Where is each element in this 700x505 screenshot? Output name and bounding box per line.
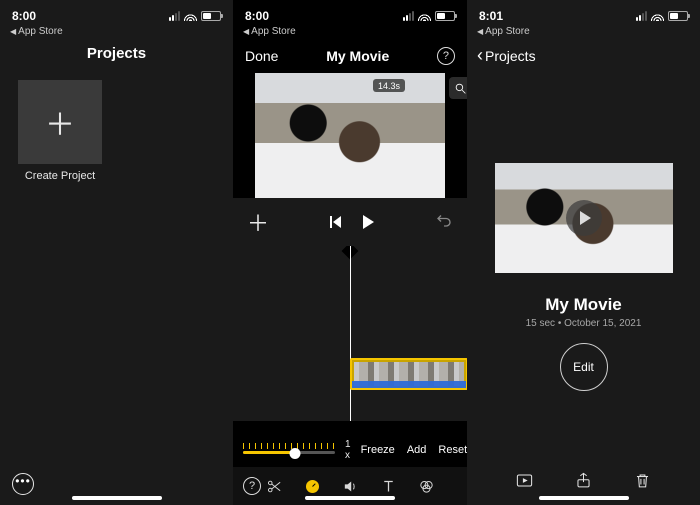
wifi-icon [418, 11, 431, 21]
play-rect-icon [515, 471, 534, 490]
more-button[interactable]: ••• [12, 473, 34, 495]
home-indicator[interactable] [72, 496, 162, 500]
page-title: Projects [0, 39, 233, 74]
clock: 8:01 [479, 9, 503, 23]
wifi-icon [184, 11, 197, 21]
titles-tool[interactable] [378, 476, 398, 496]
editor-screen: 8:00 ◀ App Store Done My Movie ? 14.3s ＋ [233, 0, 467, 505]
add-media-button[interactable]: ＋ [247, 206, 269, 238]
volume-tool[interactable] [340, 476, 360, 496]
share-button[interactable] [574, 471, 593, 495]
transport-bar: ＋ [233, 198, 467, 246]
undo-button[interactable] [435, 211, 453, 234]
play-icon [580, 211, 591, 225]
toolbar-help-button[interactable]: ? [243, 477, 261, 495]
speaker-icon [342, 478, 359, 495]
back-label: Projects [485, 48, 536, 64]
speed-tool[interactable] [302, 476, 322, 496]
timeline-clip[interactable] [350, 358, 467, 390]
preview-thumbnail [255, 73, 445, 198]
clock: 8:00 [245, 9, 269, 23]
delete-button[interactable] [633, 471, 652, 495]
breadcrumb-label: App Store [485, 26, 529, 37]
create-project-tile[interactable]: ＋ [18, 80, 102, 164]
speedometer-icon [304, 478, 321, 495]
status-bar: 8:01 [467, 0, 700, 26]
clip-audio-waveform [352, 381, 466, 388]
done-button[interactable]: Done [245, 48, 278, 64]
breadcrumb[interactable]: ◀ App Store [467, 26, 700, 39]
back-caret-icon: ◀ [10, 27, 16, 36]
breadcrumb[interactable]: ◀ App Store [0, 26, 233, 39]
battery-icon [201, 11, 221, 21]
play-overlay[interactable] [566, 200, 602, 236]
scissors-icon [266, 478, 283, 495]
breadcrumb-label: App Store [18, 26, 62, 37]
magnifier-icon [454, 82, 467, 95]
breadcrumb-label: App Store [251, 26, 295, 37]
battery-icon [668, 11, 688, 21]
undo-icon [435, 211, 453, 229]
home-indicator[interactable] [305, 496, 395, 500]
cellular-icon [636, 11, 647, 21]
clock: 8:00 [12, 9, 36, 23]
reset-speed-button[interactable]: Reset [438, 444, 467, 456]
back-to-projects[interactable]: ‹ Projects [467, 39, 700, 73]
battery-icon [435, 11, 455, 21]
project-meta: 15 sec • October 15, 2021 [467, 318, 700, 329]
project-detail-screen: 8:01 ◀ App Store ‹ Projects My Movie 15 … [467, 0, 700, 505]
clip-timestamp: 14.3s [373, 79, 405, 92]
share-icon [574, 471, 593, 490]
freeze-button[interactable]: Freeze [361, 444, 395, 456]
breadcrumb[interactable]: ◀ App Store [233, 26, 467, 39]
back-caret-icon: ◀ [243, 27, 249, 36]
text-icon [380, 478, 397, 495]
chevron-left-icon: ‹ [477, 46, 483, 64]
trash-icon [633, 471, 652, 490]
help-button[interactable]: ? [437, 47, 455, 65]
play-button[interactable] [363, 215, 374, 229]
edit-button[interactable]: Edit [560, 343, 608, 391]
speed-label: 1 x [345, 439, 351, 461]
cellular-icon [403, 11, 414, 21]
project-name: My Movie [467, 295, 700, 315]
back-caret-icon: ◀ [477, 27, 483, 36]
cellular-icon [169, 11, 180, 21]
play-fullscreen-button[interactable] [515, 471, 534, 495]
status-bar: 8:00 [0, 0, 233, 26]
plus-icon: ＋ [45, 100, 75, 144]
filters-icon [418, 478, 435, 495]
create-project-label: Create Project [18, 170, 102, 182]
home-indicator[interactable] [539, 496, 629, 500]
wifi-icon [651, 11, 664, 21]
filters-tool[interactable] [416, 476, 436, 496]
timeline[interactable] [233, 246, 467, 421]
speed-slider[interactable] [243, 441, 335, 459]
status-bar: 8:00 [233, 0, 467, 26]
project-thumbnail[interactable] [495, 163, 673, 273]
editor-nav: Done My Movie ? [233, 39, 467, 71]
skip-to-start-button[interactable] [330, 216, 341, 228]
projects-screen: 8:00 ◀ App Store Projects ＋ Create Proje… [0, 0, 233, 505]
split-tool[interactable] [264, 476, 284, 496]
preview-pane[interactable]: 14.3s [255, 73, 445, 198]
movie-title: My Movie [326, 48, 389, 64]
add-speed-button[interactable]: Add [407, 444, 427, 456]
zoom-button[interactable] [449, 77, 467, 99]
speed-controls: 1 x Freeze Add Reset [233, 433, 467, 467]
